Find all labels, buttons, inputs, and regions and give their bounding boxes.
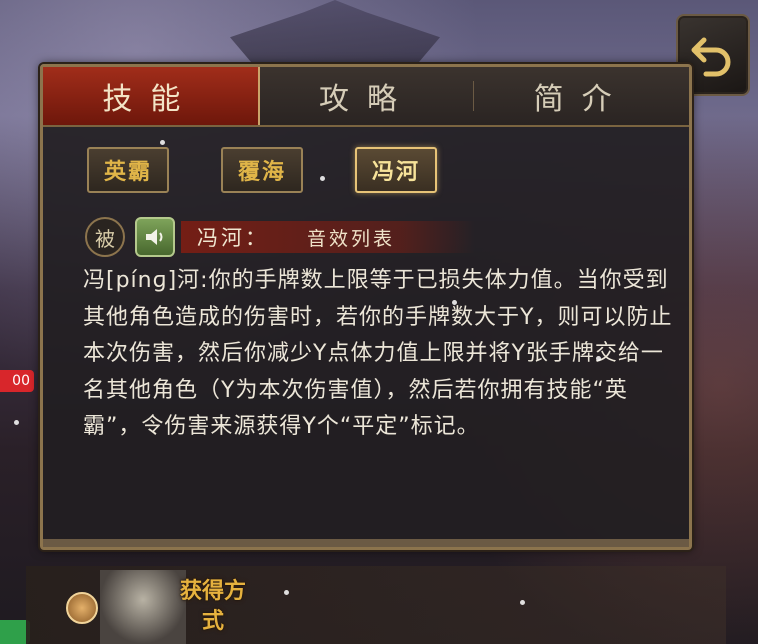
- panel-bottom-border: [43, 539, 689, 547]
- skill-name: 冯河：: [197, 226, 269, 250]
- speaker-icon: [146, 229, 163, 245]
- snowflake: [284, 590, 289, 595]
- up-arrow-icon[interactable]: [66, 592, 98, 624]
- skill-button-pinghe[interactable]: 冯河: [355, 147, 437, 193]
- snowflake: [452, 300, 457, 305]
- snowflake: [596, 356, 601, 361]
- tab-strategy-label: 攻略: [319, 82, 415, 117]
- skill-info-row: 被 冯河： 音效列表: [85, 217, 475, 257]
- skill-description: 冯[pínɡ]河:你的手牌数上限等于已损失体力值。当你受到其他角色造成的伤害时，…: [83, 268, 673, 439]
- tab-strategy[interactable]: 攻略: [260, 67, 475, 125]
- skill-button-yingba[interactable]: 英霸: [87, 147, 169, 193]
- hero-portrait: [100, 570, 186, 644]
- obtain-method-button[interactable]: 获得方式: [180, 576, 246, 636]
- snowflake: [14, 420, 19, 425]
- tab-intro[interactable]: 简介: [474, 67, 689, 125]
- snowflake: [320, 176, 325, 181]
- skill-name-bar: 冯河： 音效列表: [181, 221, 475, 253]
- back-arrow-icon: [691, 37, 731, 77]
- tab-skills[interactable]: 技能: [43, 67, 260, 125]
- passive-badge: 被: [85, 217, 125, 257]
- tab-bar: 技能 攻略 简介: [43, 67, 689, 127]
- side-badge: 00: [0, 370, 34, 392]
- sound-button[interactable]: [135, 217, 175, 257]
- skill-button-fuhai[interactable]: 覆海: [221, 147, 303, 193]
- skill-panel: 技能 攻略 简介 英霸 覆海 冯河 被 冯河： 音效列表 冯[pínɡ]河:你的…: [40, 64, 692, 550]
- sound-list-link[interactable]: 音效列表: [307, 224, 395, 251]
- skill-selector: 英霸 覆海 冯河: [87, 147, 437, 193]
- snowflake: [520, 600, 525, 605]
- snowflake: [160, 140, 165, 145]
